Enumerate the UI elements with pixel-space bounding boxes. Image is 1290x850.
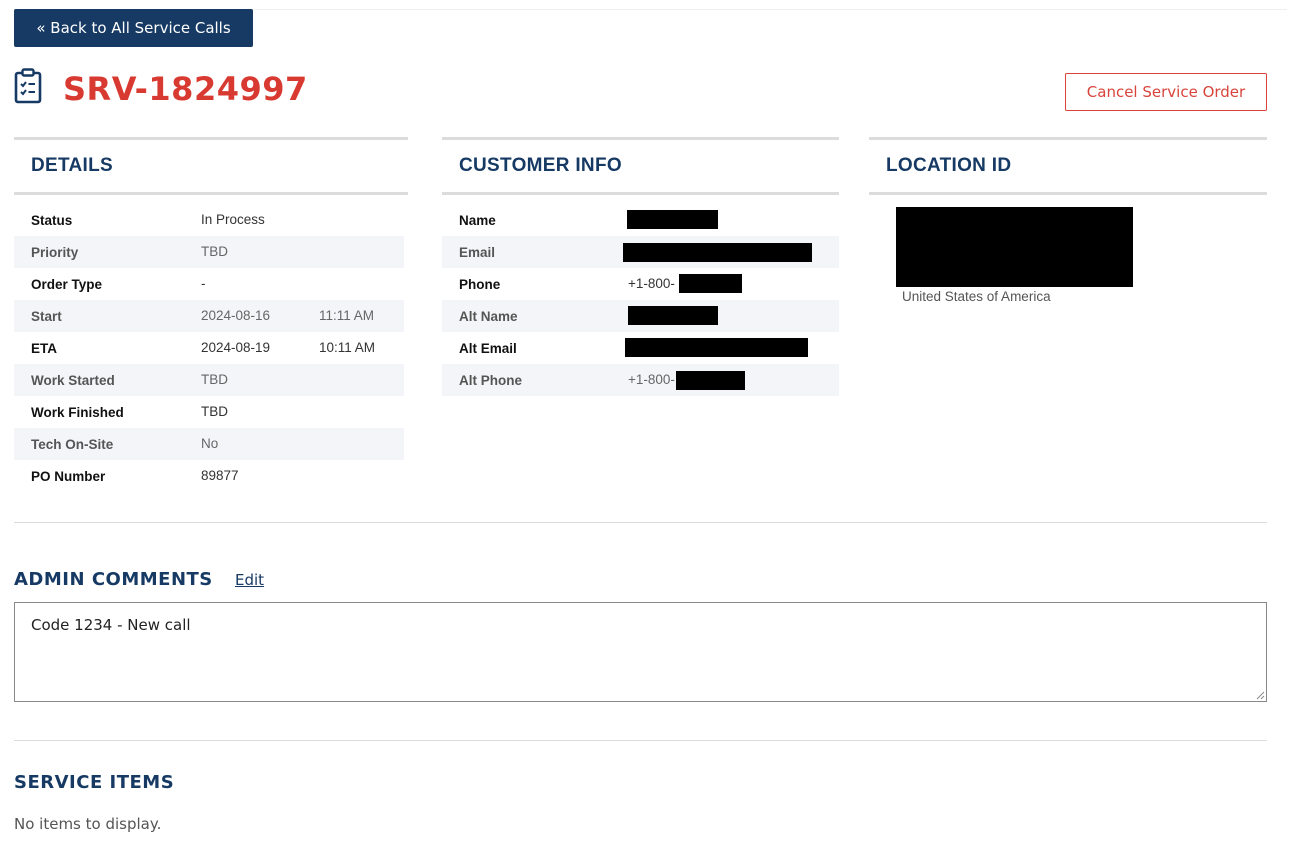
detail-row-tech-on-site: Tech On-Site No <box>14 428 404 460</box>
customer-row-alt-name: Alt Name <box>442 300 839 332</box>
detail-row-priority: Priority TBD <box>14 236 404 268</box>
location-country: United States of America <box>902 289 1051 304</box>
redacted-location-address <box>896 207 1133 287</box>
redacted-alt-name <box>628 306 718 325</box>
details-heading: DETAILS <box>14 137 408 195</box>
clipboard-checklist-icon <box>14 68 42 104</box>
section-divider <box>14 522 1267 523</box>
redacted-alt-phone <box>676 371 745 390</box>
detail-row-start: Start 2024-08-16 11:11 AM <box>14 300 404 332</box>
admin-comments-heading: ADMIN COMMENTS <box>14 569 213 590</box>
redacted-alt-email <box>625 338 808 357</box>
detail-row-order-type: Order Type - <box>31 276 206 292</box>
customer-info-heading: CUSTOMER INFO <box>442 137 839 195</box>
back-to-service-calls-button[interactable]: « Back to All Service Calls <box>14 9 253 47</box>
location-panel: LOCATION ID <box>869 137 1267 195</box>
customer-row-email: Email <box>442 236 839 268</box>
detail-row-work-started: Work Started TBD <box>14 364 404 396</box>
redacted-email <box>623 243 812 262</box>
no-items-message: No items to display. <box>14 815 162 833</box>
customer-info-panel: CUSTOMER INFO Name Email Phone +1-800- A… <box>442 137 839 396</box>
detail-row-work-finished: Work Finished TBD <box>31 404 228 420</box>
resize-handle-icon[interactable] <box>1255 690 1265 700</box>
cancel-service-order-button[interactable]: Cancel Service Order <box>1065 73 1267 111</box>
customer-row-alt-phone: Alt Phone +1-800- <box>442 364 839 396</box>
customer-row-alt-email: Alt Email <box>442 332 839 364</box>
customer-row-phone: Phone +1-800- <box>442 268 839 300</box>
customer-row-name: Name <box>442 204 839 236</box>
service-items-heading: SERVICE ITEMS <box>14 772 175 793</box>
redacted-name <box>627 210 718 229</box>
edit-comments-link[interactable]: Edit <box>235 571 264 589</box>
detail-row-po-number: PO Number 89877 <box>31 468 239 484</box>
location-heading: LOCATION ID <box>869 137 1267 195</box>
detail-row-status: Status In Process <box>31 212 265 228</box>
details-panel: DETAILS Status In Process Priority TBD O… <box>14 137 408 492</box>
detail-row-eta: ETA 2024-08-19 10:11 AM <box>31 340 376 356</box>
page-title: SRV-1824997 <box>63 70 308 108</box>
redacted-phone <box>679 274 742 293</box>
admin-comments-textarea[interactable]: Code 1234 - New call <box>14 602 1267 702</box>
section-divider <box>14 740 1267 741</box>
